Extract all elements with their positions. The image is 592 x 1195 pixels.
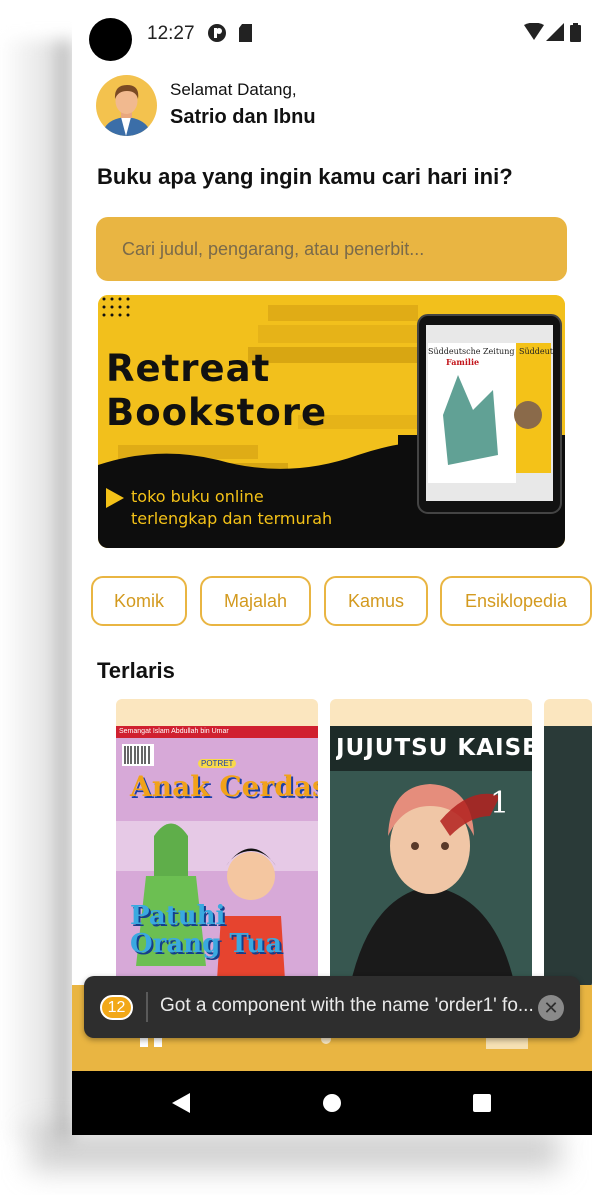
battery-icon <box>570 23 581 42</box>
banner-subtitle-line1: toko buku online <box>131 487 264 506</box>
cover-headline-line2: Orang Tua <box>130 929 283 959</box>
cover-manga-title: JUJUTSU KAISEN <box>336 735 532 761</box>
cover-headline-line1: Patuhi <box>130 901 226 931</box>
phone-shadow-bottom <box>30 1130 560 1170</box>
book-cover-jujutsu-kaisen: JUJUTSU KAISEN 1 <box>330 726 532 989</box>
cover-magazine-title: Anak Cerdas <box>130 770 318 803</box>
book-card-jujutsu-kaisen[interactable]: JUJUTSU KAISEN 1 <box>330 699 532 989</box>
magazine-back-masthead: Süddeutsch <box>519 347 553 356</box>
close-icon[interactable]: ✕ <box>538 995 564 1021</box>
magazine-section: Familie <box>446 357 480 367</box>
cover-volume-number: 1 <box>490 786 510 821</box>
category-chip-ensiklopedia[interactable]: Ensiklopedia <box>440 576 592 626</box>
search-prompt-heading: Buku apa yang ingin kamu cari hari ini? <box>97 164 513 189</box>
toast-message: Got a component with the name 'order1' f… <box>160 995 534 1016</box>
username-text: Satrio dan Ibnu <box>170 106 316 128</box>
user-avatar[interactable] <box>96 75 157 136</box>
magazine-masthead: Süddeutsche Zeitung <box>428 347 515 356</box>
category-chip-kamus[interactable]: Kamus <box>324 576 428 626</box>
cover-top-strip: Semangat Islam Abdullah bin Umar <box>119 728 229 735</box>
category-chip-komik[interactable]: Komik <box>91 576 187 626</box>
publisher-badge: POTRET <box>198 759 237 768</box>
banner-title-line1: Retreat <box>106 347 271 390</box>
status-time: 12:27 <box>147 23 195 44</box>
camera-cutout <box>89 18 132 61</box>
bestseller-heading: Terlaris <box>97 658 175 683</box>
book-card-anak-cerdas[interactable]: Semangat Islam Abdullah bin Umar POTRET … <box>116 699 318 989</box>
book-card-partial[interactable] <box>544 699 592 989</box>
sd-card-icon <box>239 24 252 42</box>
play-arrow-icon <box>106 488 124 508</box>
category-chip-majalah[interactable]: Majalah <box>200 576 311 626</box>
home-circle-icon[interactable] <box>322 1093 342 1113</box>
phone-shadow-left <box>0 40 72 1140</box>
toast-count-badge: 12 <box>100 995 133 1020</box>
wifi-icon <box>524 23 544 40</box>
greeting-text: Selamat Datang, <box>170 80 297 99</box>
banner-title-line2: Bookstore <box>106 391 328 434</box>
search-input[interactable] <box>96 217 567 281</box>
promo-banner[interactable]: Retreat Bookstore Süddeutsche Zeitung Fa… <box>98 295 565 548</box>
back-icon[interactable] <box>172 1093 190 1113</box>
book-cover-anak-cerdas: Semangat Islam Abdullah bin Umar POTRET … <box>116 726 318 989</box>
warning-toast[interactable]: 12 Got a component with the name 'order1… <box>84 976 580 1038</box>
recents-square-icon[interactable] <box>472 1093 492 1113</box>
cellular-signal-icon <box>546 23 564 41</box>
book-cover-partial <box>544 726 592 989</box>
status-bar: 12:27 <box>72 0 592 64</box>
banner-subtitle: toko buku online terlengkap dan termurah <box>131 486 332 530</box>
toast-divider <box>146 992 148 1022</box>
system-navigation-bar <box>72 1071 592 1135</box>
banner-title: Retreat Bookstore <box>106 347 327 435</box>
phone-screen: 12:27 Selamat Datang, Satrio dan Ibnu Bu… <box>72 0 592 1135</box>
app-notification-icon <box>208 24 226 42</box>
banner-subtitle-line2: terlengkap dan termurah <box>131 509 333 528</box>
